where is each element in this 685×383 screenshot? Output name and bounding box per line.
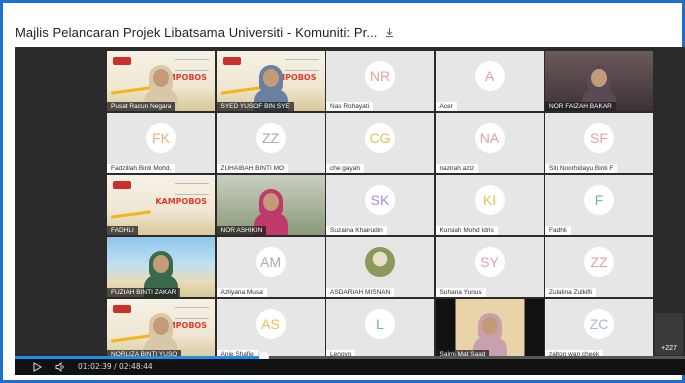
banner-stripe <box>110 210 152 219</box>
participant-tile: ZZ Zulalina Zulkifli <box>545 237 653 297</box>
participant-tile: KAMPOBOS SYED YUSOF BIN SYE <box>216 51 325 111</box>
participant-tile: SY Suhana Yunus <box>435 237 544 297</box>
player-controls: 01:02:39 / 02:48:44 <box>15 359 685 375</box>
participant-tile: KAMPOBOS NORLIZA BINTI YUSO <box>107 299 215 359</box>
participant-avatar-initials: NA <box>474 123 505 154</box>
participant-tile: F Fadhli <box>545 175 653 235</box>
banner-logo <box>222 57 241 65</box>
participant-name: Fadzillah Binti Mohd. <box>107 164 176 173</box>
participant-name: Fadhli <box>545 226 571 235</box>
participant-name: Kursiah Mohd Idris <box>435 226 498 235</box>
participant-name: FADHLI <box>107 226 138 235</box>
participant-name: SYED YUSOF BIN SYE <box>216 102 294 111</box>
participant-name: Zulalina Zulkifli <box>545 288 596 297</box>
participant-name: NOR FAIZAH BAKAR <box>545 102 616 111</box>
participant-avatar-initials: KI <box>474 185 505 216</box>
participant-avatar-initials: SK <box>365 185 395 216</box>
participant-name: Suhana Yunus <box>435 288 486 297</box>
participant-tile: NA nazirah aziz <box>435 113 544 173</box>
participant-tile: ZZ ZUHAIBAH BINTI MO <box>216 113 325 173</box>
participant-avatar-initials: F <box>584 185 614 216</box>
video-title: Majlis Pelancaran Projek Libatsama Unive… <box>15 24 378 40</box>
participant-avatar-initials: CG <box>365 123 395 154</box>
participant-name: ASDARIAH MISNAN <box>326 288 395 297</box>
play-icon[interactable] <box>32 362 42 372</box>
participant-avatar-initials: NR <box>365 61 395 92</box>
participant-avatar-initials: ZZ <box>584 247 614 278</box>
participant-name: FUZIAH BINTI ZAKAR <box>107 288 181 297</box>
participant-name: Azliyana Musa <box>216 288 267 297</box>
participant-tile: AM Azliyana Musa <box>216 237 325 297</box>
participant-avatar-initials: A <box>474 61 505 92</box>
participant-avatar-photo <box>365 247 395 278</box>
participant-avatar-initials: AM <box>255 247 286 278</box>
participant-tile: NOR FAIZAH BAKAR <box>545 51 653 111</box>
banner-text-lines <box>175 59 209 71</box>
participant-name: NOR ASHIKIN <box>216 226 267 235</box>
more-participants-tile: +227 <box>655 313 683 355</box>
participant-tile: CG che gayah <box>326 113 434 173</box>
participant-tile: KAMPOBOS Pusat Racun Negara <box>107 51 215 111</box>
participant-name: Nas Rohayati <box>326 102 374 111</box>
participant-name: nazirah aziz <box>435 164 479 173</box>
participant-tile: SF Siti Noorhidayu Binti F <box>545 113 653 173</box>
participant-tile: FK Fadzillah Binti Mohd. <box>107 113 215 173</box>
participant-tile: KI Kursiah Mohd Idris <box>435 175 544 235</box>
banner-brand: KAMPOBOS <box>155 197 207 206</box>
participant-avatar-initials: L <box>365 309 395 340</box>
participant-tile: AS Anie Shafie <box>216 299 325 359</box>
participant-avatar-initials: SY <box>474 247 505 278</box>
video-title-bar: Majlis Pelancaran Projek Libatsama Unive… <box>15 22 395 42</box>
banner-text-lines <box>175 307 209 319</box>
participant-tile: SK Suzaina Khairudin <box>326 175 434 235</box>
participant-name: che gayah <box>326 164 364 173</box>
participant-avatar-initials: ZZ <box>255 123 286 154</box>
participant-tile: NR Nas Rohayati <box>326 51 434 111</box>
banner-logo <box>113 305 131 313</box>
participant-tile: A Acer <box>435 51 544 111</box>
video-player[interactable]: KAMPOBOS Pusat Racun Negara KAMPOBOS SYED Y… <box>15 47 685 375</box>
time-display: 01:02:39 / 02:48:44 <box>78 362 153 371</box>
participant-tile: ASDARIAH MISNAN <box>326 237 434 297</box>
participant-grid: KAMPOBOS Pusat Racun Negara KAMPOBOS SYED Y… <box>107 51 654 359</box>
more-participants-count: +227 <box>661 345 677 352</box>
participant-avatar-initials: SF <box>584 123 614 154</box>
participant-avatar-initials: ZC <box>584 309 614 340</box>
banner-text-lines <box>284 59 319 71</box>
participant-tile: NOR ASHIKIN <box>216 175 325 235</box>
participant-avatar-initials: FK <box>146 123 176 154</box>
participant-name: Suzaina Khairudin <box>326 226 387 235</box>
participant-tile: Salmi Mat Saad <box>435 299 544 359</box>
banner-text-lines <box>175 183 209 195</box>
banner-logo <box>113 181 131 189</box>
participant-tile: FUZIAH BINTI ZAKAR <box>107 237 215 297</box>
participant-tile: ZC zalton wan cheek <box>545 299 653 359</box>
participant-tile: L Lenovo <box>326 299 434 359</box>
participant-name: Acer <box>435 102 457 111</box>
participant-name: Siti Noorhidayu Binti F <box>545 164 618 173</box>
volume-icon[interactable] <box>55 362 66 372</box>
participant-avatar-initials: AS <box>255 309 286 340</box>
participant-name: Pusat Racun Negara <box>107 102 176 111</box>
banner-logo <box>113 57 131 65</box>
download-icon[interactable] <box>384 27 395 38</box>
participant-name: ZUHAIBAH BINTI MO <box>216 164 289 173</box>
app-window: Majlis Pelancaran Projek Libatsama Unive… <box>3 3 685 380</box>
participant-tile: KAMPOBOS FADHLI <box>107 175 215 235</box>
